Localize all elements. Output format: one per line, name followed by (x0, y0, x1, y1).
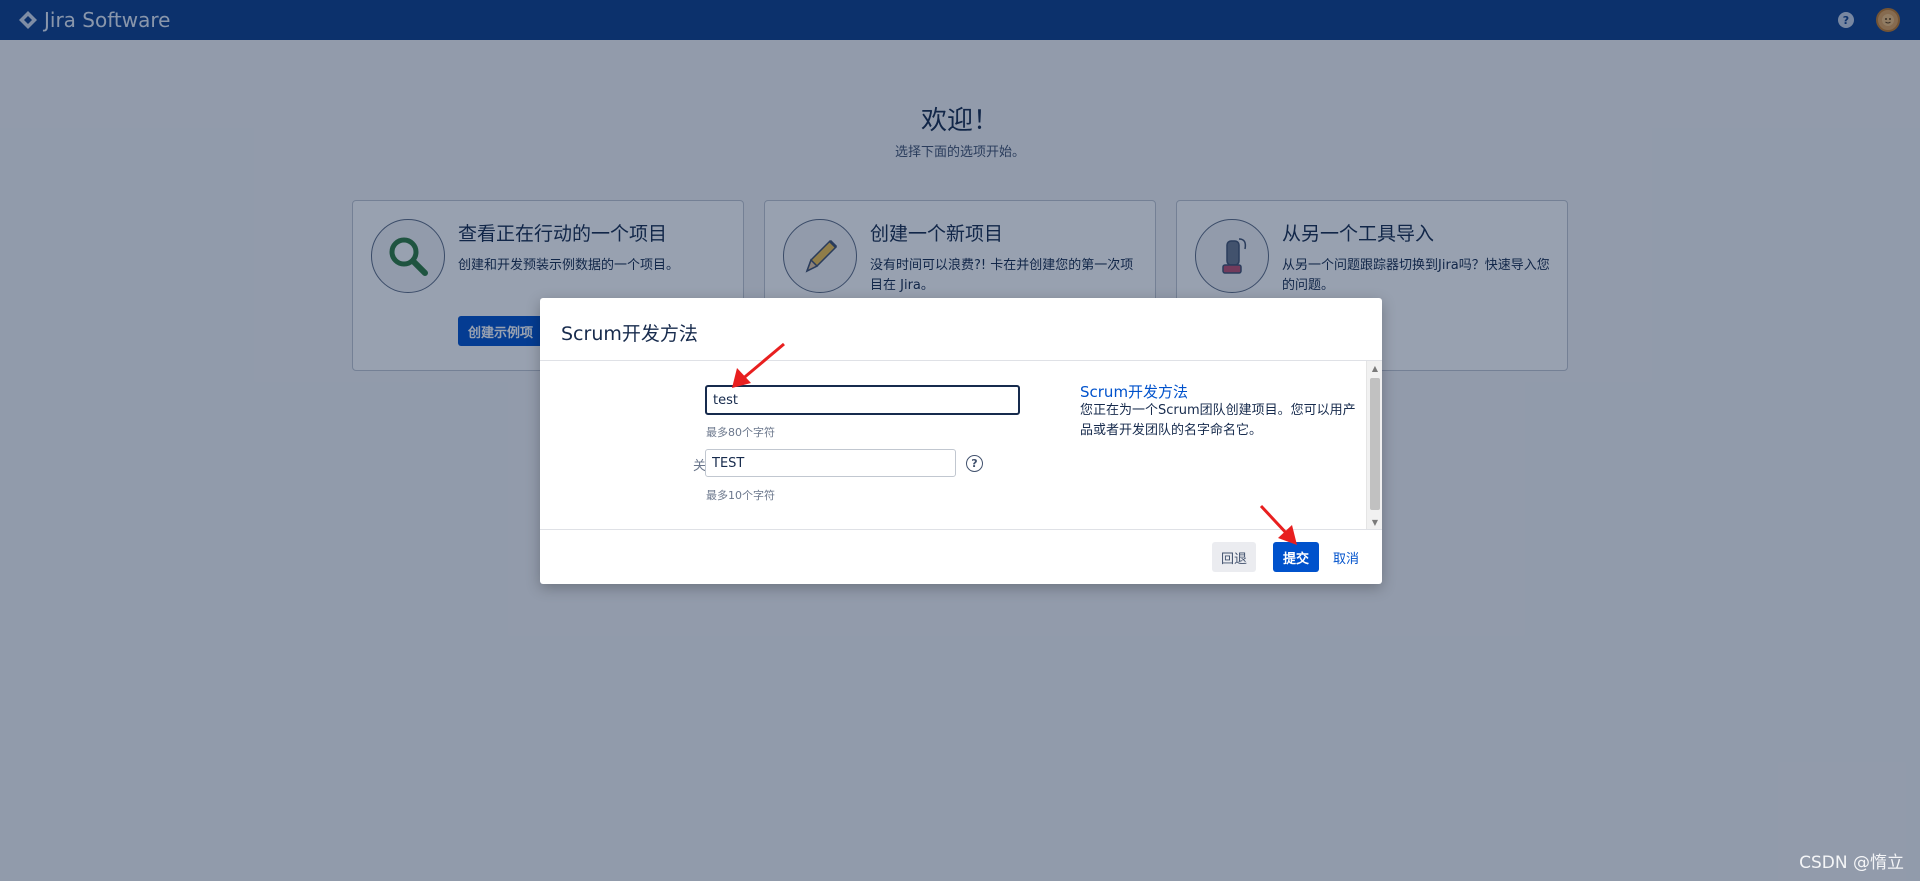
scroll-thumb[interactable] (1370, 378, 1380, 510)
name-hint: 最多80个字符 (706, 426, 775, 439)
dialog-header: Scrum开发方法 (540, 298, 1382, 361)
dialog-scrollbar[interactable]: ▲ ▼ (1366, 361, 1382, 529)
dialog-title: Scrum开发方法 (561, 323, 698, 345)
methodology-title: Scrum开发方法 (1080, 383, 1189, 401)
watermark: CSDN @惰立 (1799, 853, 1904, 873)
project-name-input[interactable] (705, 385, 1020, 415)
project-key-input[interactable] (705, 449, 956, 477)
key-help-icon[interactable]: ? (966, 455, 983, 472)
key-hint: 最多10个字符 (706, 489, 775, 502)
methodology-description: 您正在为一个Scrum团队创建项目。您可以用产品或者开发团队的名字命名它。 (1080, 403, 1356, 438)
submit-button[interactable]: 提交 (1273, 542, 1320, 572)
back-button[interactable]: 回退 (1212, 542, 1257, 572)
scroll-down-icon[interactable]: ▼ (1367, 515, 1383, 529)
dialog-footer: 回退 提交 取消 (540, 529, 1382, 584)
dialog-body: 名称 最多80个字符 关键字 ? 最多10个字符 Scrum开发方法 您正在为一… (540, 361, 1382, 529)
create-project-dialog: Scrum开发方法 名称 最多80个字符 关键字 ? 最多10个字符 Scrum… (540, 298, 1382, 584)
scroll-up-icon[interactable]: ▲ (1367, 361, 1383, 375)
cancel-link[interactable]: 取消 (1333, 542, 1359, 572)
